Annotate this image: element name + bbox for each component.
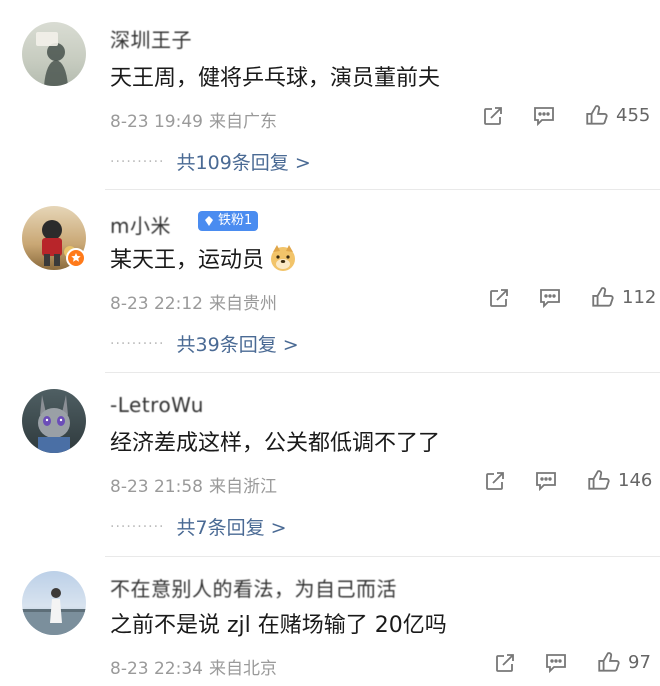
like-count: 97 xyxy=(628,651,651,673)
like-count: 112 xyxy=(622,286,657,308)
comment-location: 来自北京 xyxy=(208,659,277,679)
comment-button[interactable] xyxy=(538,286,562,310)
share-button[interactable] xyxy=(493,651,517,675)
comment-location: 来自浙江 xyxy=(208,477,277,497)
like-count: 146 xyxy=(618,469,653,491)
replies-count[interactable]: 共109条回复 > xyxy=(177,148,311,175)
like-button[interactable]: 146 xyxy=(586,467,652,493)
share-button[interactable] xyxy=(481,104,505,128)
view-replies-link[interactable]: ·········· 共109条回复 > xyxy=(110,148,311,175)
comment-icon xyxy=(534,107,554,127)
share-button[interactable] xyxy=(483,469,507,493)
comment-item: 不在意别人的看法，为自己而活 之前不是说 zjl 在赌场输了 20亿吗 8-23… xyxy=(0,557,660,686)
share-icon xyxy=(496,654,514,672)
dots-separator: ·········· xyxy=(110,518,165,535)
view-replies-link[interactable]: ·········· 共7条回复 > xyxy=(110,513,287,540)
share-icon xyxy=(490,289,508,307)
comment-icon xyxy=(546,654,566,674)
username[interactable]: -LetroWu xyxy=(110,393,204,417)
fan-badge-label: 铁粉1 xyxy=(218,213,253,228)
username[interactable]: m小米 xyxy=(110,210,171,239)
comment-item: -LetroWu 经济差成这样，公关都低调不了了 8-23 21:58 来自浙江 … xyxy=(0,373,660,556)
fan-badge: 铁粉1 xyxy=(198,211,259,231)
username[interactable]: 不在意别人的看法，为自己而活 xyxy=(110,573,397,602)
comment-text: 经济差成这样，公关都低调不了了 xyxy=(110,431,441,456)
comment-date: 8-23 22:12 xyxy=(110,294,203,314)
comment-text: 某天王，运动员 xyxy=(110,242,298,279)
avatar[interactable] xyxy=(22,571,86,635)
comment-meta: 8-23 22:34 来自北京 xyxy=(110,654,277,679)
share-icon xyxy=(486,472,504,490)
like-count: 455 xyxy=(616,104,651,126)
like-button[interactable]: 455 xyxy=(584,102,650,128)
comment-meta: 8-23 22:12 来自贵州 xyxy=(110,289,277,314)
username[interactable]: 深圳王子 xyxy=(110,24,192,53)
dots-separator: ·········· xyxy=(110,153,165,170)
share-button[interactable] xyxy=(487,286,511,310)
comment-location: 来自广东 xyxy=(208,112,277,132)
avatar[interactable] xyxy=(22,22,86,86)
comment-date: 8-23 22:34 xyxy=(110,659,203,679)
replies-count[interactable]: 共7条回复 > xyxy=(177,513,287,540)
thumbs-up-icon xyxy=(588,470,610,490)
thumbs-up-icon xyxy=(598,652,620,672)
comment-text: 之前不是说 zjl 在赌场输了 20亿吗 xyxy=(110,613,447,638)
verified-badge xyxy=(66,248,86,268)
comment-icon xyxy=(540,289,560,309)
comment-button[interactable] xyxy=(532,104,556,128)
like-button[interactable]: 112 xyxy=(590,284,656,310)
comment-date: 8-23 21:58 xyxy=(110,477,203,497)
comment-icon xyxy=(536,472,556,492)
comment-location: 来自贵州 xyxy=(208,294,277,314)
thumbs-up-icon xyxy=(586,105,608,125)
comment-item: m小米 铁粉1 某天王，运动员 8-23 22:12来自贵州 112 ···· xyxy=(0,190,660,373)
comment-date: 8-23 19:49 xyxy=(110,112,203,132)
comment-button[interactable] xyxy=(544,651,568,675)
thumbs-up-icon xyxy=(592,287,614,307)
comment-text: 天王周，健将乒乓球，演员董前夫 xyxy=(110,66,441,91)
view-replies-link[interactable]: ·········· 共39条回复 > xyxy=(110,330,299,357)
diamond-icon xyxy=(205,216,213,226)
replies-count[interactable]: 共39条回复 > xyxy=(177,330,299,357)
comment-item: 深圳王子 天王周，健将乒乓球，演员董前夫 8-23 19:49 来自广东 455 … xyxy=(0,0,660,190)
like-button[interactable]: 97 xyxy=(596,649,651,675)
comment-text-body: 某天王，运动员 xyxy=(110,248,265,273)
dots-separator: ·········· xyxy=(110,335,165,352)
doge-emoji-icon xyxy=(268,243,298,279)
comment-meta: 8-23 21:58 来自浙江 xyxy=(110,472,277,497)
comment-button[interactable] xyxy=(534,469,558,493)
avatar[interactable] xyxy=(22,389,86,453)
comment-meta: 8-23 19:49 来自广东 xyxy=(110,107,277,132)
share-icon xyxy=(484,107,502,125)
